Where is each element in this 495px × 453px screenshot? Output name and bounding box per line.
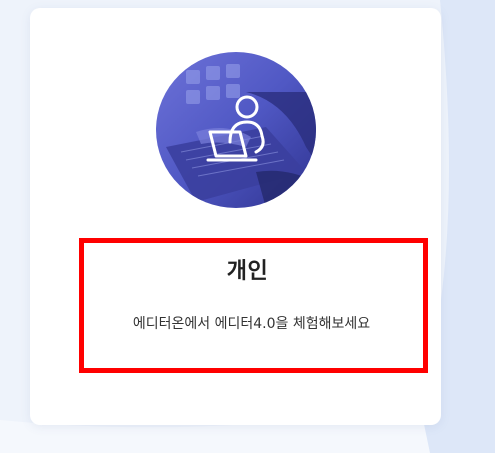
avatar <box>156 52 316 208</box>
card-description: 에디터온에서 에디터4.0을 체험해보세요 <box>132 316 371 332</box>
card-title: 개인 <box>226 259 269 284</box>
